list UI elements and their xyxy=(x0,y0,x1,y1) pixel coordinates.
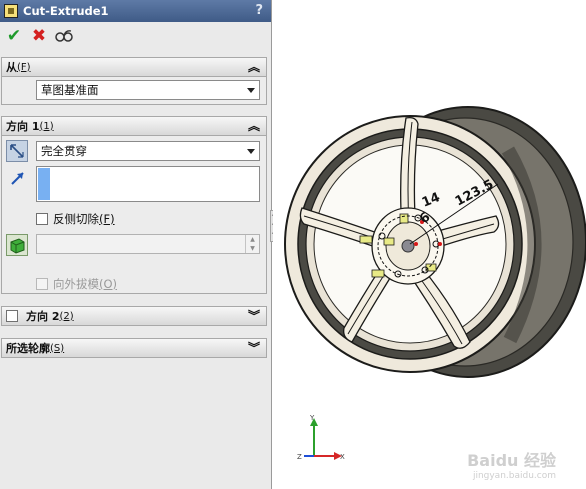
cut-extrude-icon xyxy=(4,4,18,18)
from-header-label: 从 xyxy=(6,61,17,74)
direction2-checkbox[interactable] xyxy=(6,310,18,322)
selection-highlight xyxy=(38,168,50,200)
svg-text:Z: Z xyxy=(297,453,302,461)
draft-onoff-button[interactable] xyxy=(6,234,28,256)
action-bar: ✔ ✖ xyxy=(0,23,271,49)
preview-glasses-icon[interactable] xyxy=(53,25,75,47)
from-combo[interactable]: 草图基准面 xyxy=(36,80,260,100)
draft-outward-label: 向外拔模 xyxy=(53,277,99,291)
draft-cube-icon xyxy=(10,238,25,254)
help-button[interactable]: ? xyxy=(255,3,263,18)
contours-header-label: 所选轮廓 xyxy=(6,342,50,355)
flip-side-checkbox-row[interactable]: 反侧切除 (F) xyxy=(36,211,115,227)
graphics-area[interactable]: 14 123.5 6 Y X Z Baidu 经验 jingyan.baidu.… xyxy=(273,0,586,489)
expand-chevron-icon[interactable]: ︾ xyxy=(248,307,260,325)
draft-outward-key: (O) xyxy=(99,277,118,291)
watermark-line2: jingyan.baidu.com xyxy=(472,471,556,481)
direction2-group-header[interactable]: 方向 2 (2) ︾ xyxy=(1,306,267,326)
flip-side-key: (F) xyxy=(99,212,115,226)
wheel-model: 14 123.5 6 Y X Z xyxy=(284,106,586,461)
reverse-direction-button[interactable] xyxy=(6,140,28,162)
direction1-header-key: (1) xyxy=(39,120,54,132)
spin-up-icon[interactable]: ▲ xyxy=(246,235,259,244)
axis-triad: Y X Z xyxy=(297,414,345,461)
dropdown-arrow-icon xyxy=(247,88,255,93)
direction1-group-body: 完全贯穿 反侧切除 (F) ▲ ▼ 向外拔模 (O) xyxy=(1,136,267,294)
direction1-header-label: 方向 1 xyxy=(6,120,40,133)
draft-outward-checkbox[interactable] xyxy=(36,278,48,290)
flip-side-checkbox[interactable] xyxy=(36,213,48,225)
watermark: Baidu 经验 jingyan.baidu.com xyxy=(467,447,556,481)
contours-group-header[interactable]: 所选轮廓 (S) ︾ xyxy=(1,338,267,358)
from-combo-value: 草图基准面 xyxy=(41,83,99,97)
collapse-chevron-icon[interactable]: ︽ xyxy=(248,117,260,135)
feature-title: Cut-Extrude1 xyxy=(23,4,109,18)
expand-chevron-icon[interactable]: ︾ xyxy=(248,339,260,357)
direction-selection-box[interactable] xyxy=(36,166,260,202)
spin-buttons[interactable]: ▲ ▼ xyxy=(245,235,259,253)
end-condition-value: 完全贯穿 xyxy=(41,144,87,158)
collapse-chevron-icon[interactable]: ︽ xyxy=(248,58,260,76)
direction2-header-key: (2) xyxy=(59,310,74,322)
svg-text:Y: Y xyxy=(309,414,315,422)
property-manager: Cut-Extrude1 ? ✔ ✖ 从 (F) ︽ 草图基准面 方向 1 (1… xyxy=(0,0,272,489)
direction1-group-header[interactable]: 方向 1 (1) ︽ xyxy=(1,116,267,136)
ok-checkmark-icon[interactable]: ✔ xyxy=(3,25,25,47)
draft-outward-checkbox-row[interactable]: 向外拔模 (O) xyxy=(36,276,117,292)
spin-down-icon[interactable]: ▼ xyxy=(246,244,259,253)
cancel-x-icon[interactable]: ✖ xyxy=(28,25,50,47)
from-group-header[interactable]: 从 (F) ︽ xyxy=(1,57,267,77)
svg-text:X: X xyxy=(340,453,345,461)
flip-side-label: 反侧切除 xyxy=(53,212,99,226)
dropdown-arrow-icon xyxy=(247,149,255,154)
end-condition-combo[interactable]: 完全贯穿 xyxy=(36,141,260,161)
from-header-key: (F) xyxy=(17,61,31,73)
watermark-line1: Baidu 经验 xyxy=(467,451,556,470)
contours-header-key: (S) xyxy=(50,342,65,354)
direction-vector-icon xyxy=(10,170,26,189)
direction2-header-label: 方向 2 xyxy=(26,310,60,323)
from-group-body: 草图基准面 xyxy=(1,77,267,105)
draft-angle-spinbox[interactable]: ▲ ▼ xyxy=(36,234,260,254)
reverse-direction-icon xyxy=(10,144,24,158)
feature-title-bar: Cut-Extrude1 ? xyxy=(0,0,271,22)
